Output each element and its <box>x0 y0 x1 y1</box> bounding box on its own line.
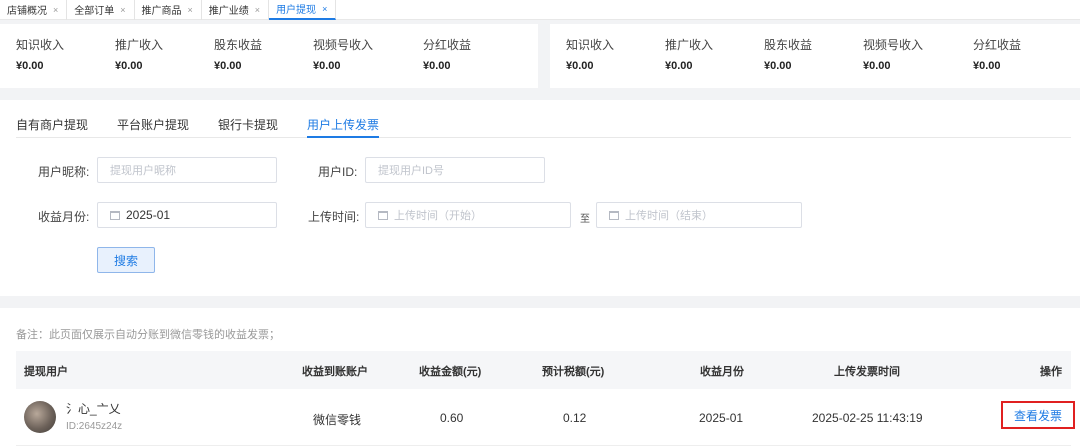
cell-tax: 0.12 <box>563 411 587 425</box>
stat-label: 股东收益 <box>764 38 813 52</box>
stat-label: 视频号收入 <box>313 38 374 52</box>
upload-start-placeholder: 上传时间（开始） <box>394 210 482 222</box>
upload-time-label: 上传时间: <box>308 210 360 224</box>
view-invoice-button[interactable]: 查看发票 <box>1001 401 1075 429</box>
upload-start-picker[interactable]: 上传时间（开始） <box>365 202 571 228</box>
month-picker[interactable]: 2025-01 <box>97 202 277 228</box>
close-icon[interactable]: × <box>188 5 193 15</box>
tab-label: 店铺概况 <box>7 6 47 17</box>
tab-label: 用户提现 <box>276 5 317 16</box>
stat-promo-income: 推广收入 ¥0.00 <box>665 36 713 72</box>
nickname-input[interactable]: 提现用户昵称 <box>97 157 277 183</box>
tab-store-overview[interactable]: 店铺概况 × <box>0 0 68 20</box>
tab-bar: 店铺概况 × 全部订单 × 推广商品 × 推广业绩 × 用户提现 × <box>0 0 1080 20</box>
cell-month: 2025-01 <box>699 411 744 425</box>
col-header-tax: 预计税额(元) <box>542 366 605 378</box>
stat-label: 分红收益 <box>423 38 472 52</box>
stats-panel-right: 知识收入 ¥0.00 推广收入 ¥0.00 股东收益 ¥0.00 视频号收入 ¥0.00… <box>550 24 1080 88</box>
userid-input[interactable]: 提现用户ID号 <box>365 157 545 183</box>
stat-label: 知识收入 <box>16 38 65 52</box>
upload-end-placeholder: 上传时间（结束） <box>625 210 713 222</box>
withdraw-subtabs: 自有商户提现 平台账户提现 银行卡提现 用户上传发票 <box>16 100 1071 138</box>
tab-label: 推广业绩 <box>208 6 249 17</box>
calendar-icon <box>110 210 120 220</box>
col-header-month: 收益月份 <box>700 366 744 378</box>
close-icon[interactable]: × <box>255 5 260 15</box>
stat-video-income: 视频号收入 ¥0.00 <box>313 36 373 72</box>
stat-value: ¥0.00 <box>214 60 242 72</box>
stat-dividend-income: 分红收益 ¥0.00 <box>973 36 1021 72</box>
col-header-action: 操作 <box>1040 366 1062 378</box>
tab-promo-performance[interactable]: 推广业绩 × <box>202 0 270 20</box>
subtab-merchant-withdraw[interactable]: 自有商户提现 <box>16 116 88 133</box>
upload-end-picker[interactable]: 上传时间（结束） <box>596 202 802 228</box>
tab-label: 全部订单 <box>74 6 115 17</box>
nickname-label: 用户昵称: <box>38 165 90 179</box>
cell-amount: 0.60 <box>440 411 464 425</box>
table-row: 氵心_亠乂 ID:2645z24z 微信零钱 0.60 0.12 2025-01… <box>16 389 1075 446</box>
col-header-amount: 收益金额(元) <box>419 366 482 378</box>
withdraw-filter-panel: 自有商户提现 平台账户提现 银行卡提现 用户上传发票 用户昵称: 提现用户昵称 … <box>0 100 1080 296</box>
stat-value: ¥0.00 <box>16 60 44 72</box>
stat-value: ¥0.00 <box>566 60 594 72</box>
search-button[interactable]: 搜索 <box>97 247 155 273</box>
stat-promo-income: 推广收入 ¥0.00 <box>115 36 163 72</box>
tab-user-withdraw[interactable]: 用户提现 × <box>269 0 337 20</box>
cell-upload-time: 2025-02-25 11:43:19 <box>812 411 923 425</box>
avatar <box>24 401 56 433</box>
tab-promo-products[interactable]: 推广商品 × <box>135 0 202 20</box>
stat-value: ¥0.00 <box>973 60 1001 72</box>
remark-note: 备注：此页面仅展示自动分账到微信零钱的收益发票； <box>16 329 280 341</box>
stats-panel-left: 知识收入 ¥0.00 推广收入 ¥0.00 股东收益 ¥0.00 视频号收入 ¥0.00… <box>0 24 538 88</box>
subtab-user-invoice[interactable]: 用户上传发票 <box>307 116 380 138</box>
subtab-bankcard-withdraw[interactable]: 银行卡提现 <box>218 116 278 133</box>
stat-label: 推广收入 <box>665 38 714 52</box>
range-separator: 至 <box>580 214 590 225</box>
user-id: ID:2645z24z <box>66 421 123 432</box>
tab-label: 推广商品 <box>141 6 182 17</box>
stat-shareholder-income: 股东收益 ¥0.00 <box>764 36 812 72</box>
stat-knowledge-income: 知识收入 ¥0.00 <box>16 36 64 72</box>
stat-label: 知识收入 <box>566 38 615 52</box>
cell-account: 微信零钱 <box>313 413 362 427</box>
month-value: 2025-01 <box>126 208 171 222</box>
stat-label: 股东收益 <box>214 38 263 52</box>
stat-label: 分红收益 <box>973 38 1022 52</box>
stat-value: ¥0.00 <box>313 60 341 72</box>
stat-value: ¥0.00 <box>423 60 451 72</box>
stat-label: 推广收入 <box>115 38 164 52</box>
close-icon[interactable]: × <box>322 4 327 14</box>
month-label: 收益月份: <box>38 210 90 224</box>
calendar-icon <box>609 210 619 220</box>
stat-video-income: 视频号收入 ¥0.00 <box>863 36 923 72</box>
stat-value: ¥0.00 <box>863 60 891 72</box>
stat-dividend-income: 分红收益 ¥0.00 <box>423 36 471 72</box>
invoice-table-panel: 备注：此页面仅展示自动分账到微信零钱的收益发票； 提现用户 收益到账账户 收益金… <box>0 308 1080 446</box>
stat-label: 视频号收入 <box>863 38 924 52</box>
col-header-upload-time: 上传发票时间 <box>834 366 900 378</box>
close-icon[interactable]: × <box>53 5 58 15</box>
calendar-icon <box>378 210 388 220</box>
close-icon[interactable]: × <box>120 5 125 15</box>
stat-value: ¥0.00 <box>115 60 143 72</box>
userid-label: 用户ID: <box>318 165 358 179</box>
user-name: 氵心_亠乂 <box>66 402 121 416</box>
tab-all-orders[interactable]: 全部订单 × <box>67 0 135 20</box>
stat-value: ¥0.00 <box>665 60 693 72</box>
stat-knowledge-income: 知识收入 ¥0.00 <box>566 36 614 72</box>
stat-shareholder-income: 股东收益 ¥0.00 <box>214 36 262 72</box>
stat-value: ¥0.00 <box>764 60 792 72</box>
col-header-user: 提现用户 <box>24 366 68 378</box>
col-header-account: 收益到账账户 <box>302 366 368 378</box>
subtab-platform-withdraw[interactable]: 平台账户提现 <box>117 116 189 133</box>
table-header: 提现用户 收益到账账户 收益金额(元) 预计税额(元) 收益月份 上传发票时间 … <box>16 351 1071 389</box>
